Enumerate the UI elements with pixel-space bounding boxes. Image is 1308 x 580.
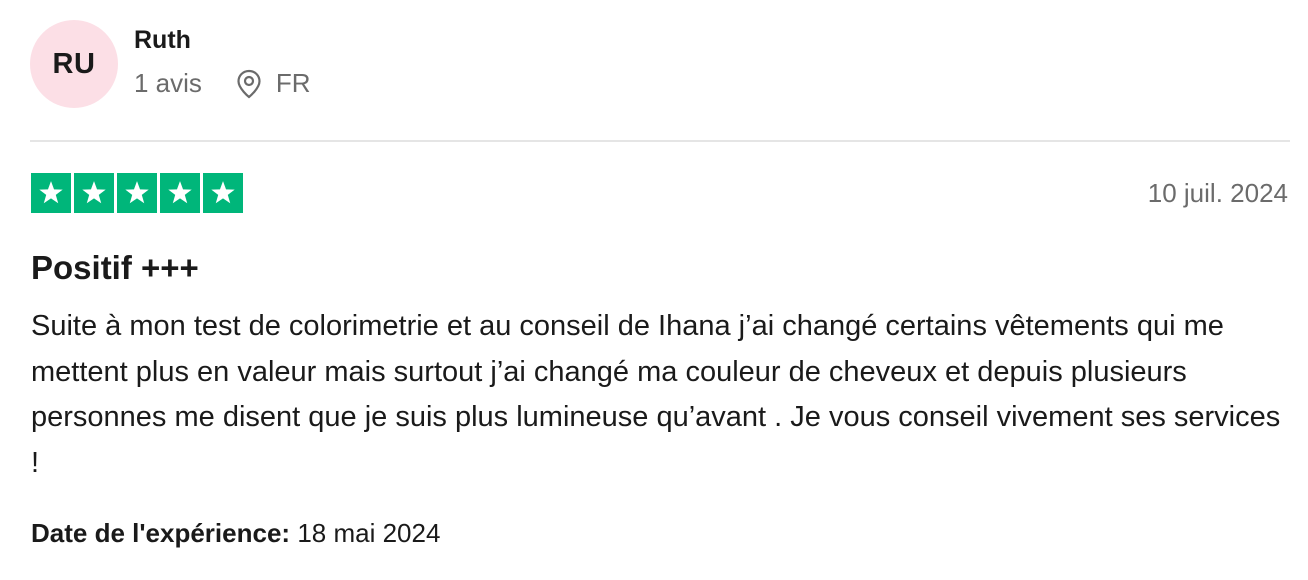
review-count: 1 avis <box>134 68 202 98</box>
review-title[interactable]: Positif +++ <box>31 249 199 287</box>
review-card: RU Ruth 1 avis FR 10 juil. 2024 Positif … <box>0 0 1308 580</box>
star-rating <box>31 173 243 213</box>
star-icon <box>203 173 243 213</box>
experience-date: Date de l'expérience: 18 mai 2024 <box>31 518 440 549</box>
review-body[interactable]: Suite à mon test de colorimetrie et au c… <box>31 304 1291 486</box>
reviewer-name[interactable]: Ruth <box>134 26 191 55</box>
review-date: 10 juil. 2024 <box>1147 178 1288 208</box>
star-icon <box>74 173 114 213</box>
divider <box>30 140 1290 142</box>
reviewer-meta: 1 avis FR <box>134 68 311 99</box>
star-icon <box>117 173 157 213</box>
star-icon <box>31 173 71 213</box>
reviewer-country: FR <box>275 68 311 98</box>
experience-date-value: 18 mai 2024 <box>297 518 441 548</box>
avatar-initials: RU <box>52 47 96 80</box>
location-pin-icon <box>236 69 262 99</box>
avatar[interactable]: RU <box>30 20 118 108</box>
experience-date-label: Date de l'expérience: <box>31 518 291 548</box>
star-icon <box>160 173 200 213</box>
